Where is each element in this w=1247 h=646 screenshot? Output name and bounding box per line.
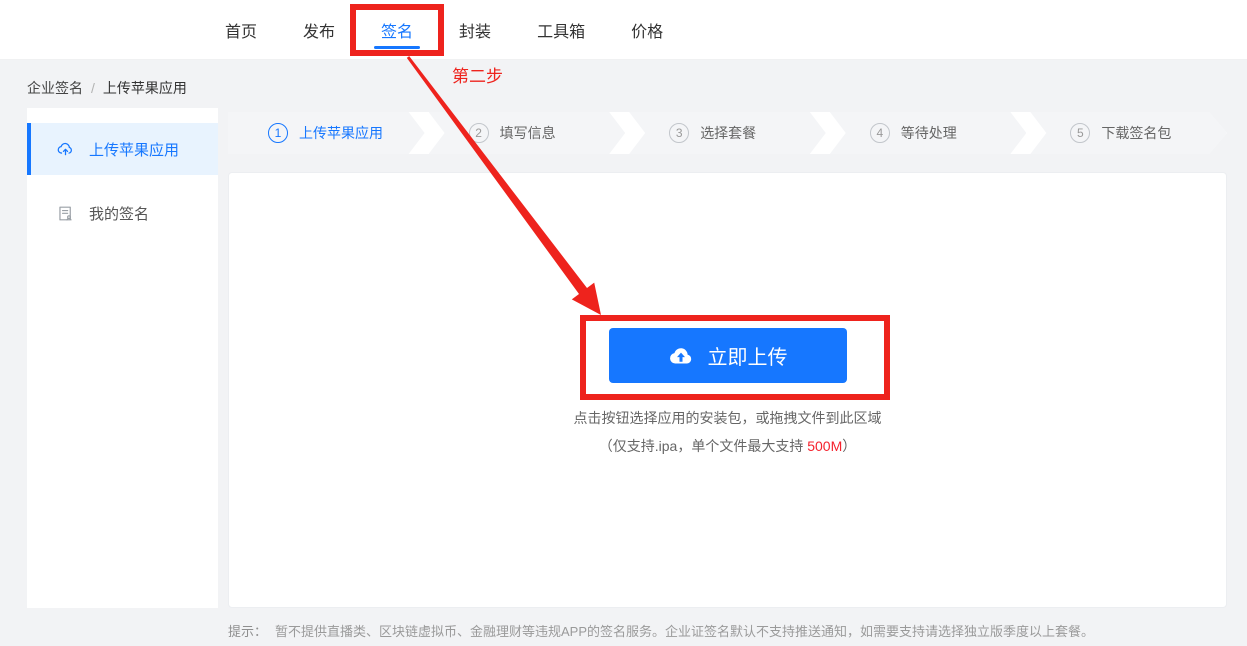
tip-label: 提示：: [228, 624, 268, 639]
nav-item-label: 工具箱: [537, 24, 586, 41]
step-number-badge: 1: [268, 123, 288, 143]
active-tab-underline: [374, 46, 421, 49]
sidebar-item-label: 上传苹果应用: [89, 141, 180, 159]
step-1-upload: 1 上传苹果应用: [228, 112, 425, 154]
upload-button-label: 立即上传: [707, 347, 788, 369]
nav-item-label: 首页: [225, 24, 258, 41]
step-wizard: 1 上传苹果应用 2 填写信息 3 选择套餐 4 等待处理 5 下载签名包: [228, 112, 1227, 154]
upload-now-button[interactable]: 立即上传: [608, 328, 847, 383]
main-nav: 首页 发布 签名 封装 工具箱 价格: [225, 0, 663, 60]
nav-item-price[interactable]: 价格: [631, 0, 663, 60]
step-4-wait-process: 4 等待处理: [830, 112, 1027, 154]
step-label: 下载签名包: [1101, 125, 1172, 141]
step-2-fill-info: 2 填写信息: [429, 112, 626, 154]
top-nav-bar: 首页 发布 签名 封装 工具箱 价格: [0, 0, 1247, 60]
nav-item-label: 发布: [303, 24, 336, 41]
step-label: 等待处理: [900, 125, 957, 141]
footer-tip: 提示： 暂不提供直播类、区块链虚拟币、金融理财等违规APP的签名服务。企业证签名默…: [228, 621, 1233, 640]
nav-item-label: 价格: [631, 24, 664, 41]
nav-item-toolbox[interactable]: 工具箱: [537, 0, 585, 60]
sidebar-item-upload-app[interactable]: 上传苹果应用: [27, 123, 218, 175]
nav-item-home[interactable]: 首页: [225, 0, 257, 60]
cloud-upload-filled-icon: [668, 343, 694, 369]
breadcrumb-current: 上传苹果应用: [102, 80, 187, 96]
upload-hint-line1: 点击按钮选择应用的安装包，或拖拽文件到此区域: [573, 410, 882, 426]
signature-file-icon: [56, 204, 75, 223]
sidebar: 上传苹果应用 我的签名: [27, 108, 218, 608]
breadcrumb-root[interactable]: 企业签名: [27, 80, 83, 96]
hint-suffix: ）: [842, 438, 857, 454]
hint-prefix: （仅支持.ipa，单个文件最大支持: [598, 438, 808, 454]
nav-item-label: 签名: [381, 24, 414, 41]
cloud-upload-icon: [56, 140, 75, 159]
step-3-choose-plan: 3 选择套餐: [629, 112, 826, 154]
upload-hint-line2: （仅支持.ipa，单个文件最大支持 500M）: [599, 436, 857, 456]
step-number-badge: 2: [469, 123, 489, 143]
nav-item-publish[interactable]: 发布: [303, 0, 335, 60]
sidebar-item-label: 我的签名: [89, 205, 150, 223]
nav-item-sign[interactable]: 签名: [374, 0, 421, 60]
nav-item-package[interactable]: 封装: [459, 0, 491, 60]
tip-text: 暂不提供直播类、区块链虚拟币、金融理财等违规APP的签名服务。企业证签名默认不支…: [275, 624, 1095, 639]
step-label: 填写信息: [499, 125, 556, 141]
step-number-badge: 3: [669, 123, 689, 143]
breadcrumb-separator: /: [91, 80, 95, 96]
step-label: 上传苹果应用: [299, 125, 383, 141]
sidebar-item-my-signatures[interactable]: 我的签名: [27, 187, 218, 239]
step-number-badge: 4: [870, 123, 890, 143]
upload-dropzone-panel[interactable]: 立即上传 点击按钮选择应用的安装包，或拖拽文件到此区域 （仅支持.ipa，单个文…: [228, 172, 1227, 608]
step-5-download-package: 5 下载签名包: [1030, 112, 1227, 154]
nav-item-label: 封装: [459, 24, 492, 41]
step-label: 选择套餐: [700, 125, 757, 141]
size-limit-value: 500M: [807, 438, 843, 454]
step-number-badge: 5: [1070, 123, 1090, 143]
breadcrumb: 企业签名 / 上传苹果应用: [27, 78, 187, 98]
